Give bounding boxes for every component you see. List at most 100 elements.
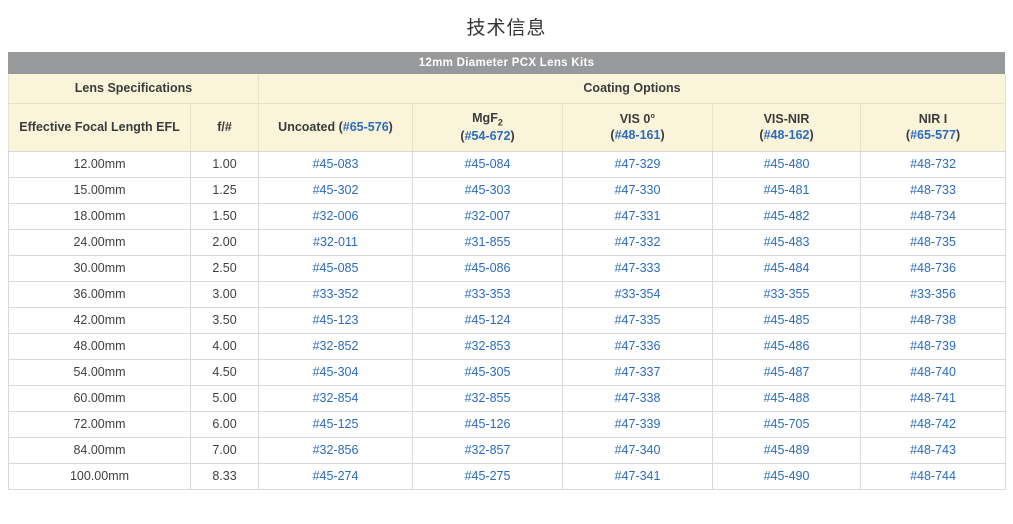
part-number-link[interactable]: #45-485 (764, 313, 810, 327)
part-number-link[interactable]: #45-484 (764, 261, 810, 275)
part-cell: #47-339 (563, 411, 713, 437)
part-number-link[interactable]: #32-011 (313, 235, 358, 249)
table-body: 12.00mm1.00#45-083#45-084#47-329#45-480#… (9, 151, 1006, 489)
part-number-link[interactable]: #45-486 (764, 339, 810, 353)
part-number-link[interactable]: #45-275 (465, 469, 511, 483)
part-number-link[interactable]: #45-481 (764, 183, 810, 197)
part-number-link[interactable]: #48-740 (910, 365, 956, 379)
part-number-link[interactable]: #47-332 (615, 235, 661, 249)
part-number-link[interactable]: #47-341 (615, 469, 661, 483)
part-cell: #45-481 (713, 177, 861, 203)
part-number-link[interactable]: #45-488 (764, 391, 810, 405)
part-number-link[interactable]: #45-302 (313, 183, 359, 197)
f-number-cell: 1.25 (191, 177, 259, 203)
part-number-link[interactable]: #48-732 (910, 157, 956, 171)
part-number-link[interactable]: #32-855 (465, 391, 511, 405)
part-cell: #45-304 (259, 359, 413, 385)
part-number-link[interactable]: #48-744 (910, 469, 956, 483)
part-number-link[interactable]: #32-854 (313, 391, 359, 405)
part-number-link[interactable]: #45-274 (313, 469, 359, 483)
table-row: 42.00mm3.50#45-123#45-124#47-335#45-485#… (9, 307, 1006, 333)
part-number-link[interactable]: #45-126 (465, 417, 511, 431)
part-number-link[interactable]: #33-356 (910, 287, 956, 301)
part-number-link[interactable]: #45-083 (313, 157, 359, 171)
part-number-link[interactable]: #45-303 (465, 183, 511, 197)
f-number-cell: 8.33 (191, 463, 259, 489)
part-number-link[interactable]: #45-483 (764, 235, 810, 249)
part-number-link[interactable]: #45-480 (764, 157, 810, 171)
part-number-link[interactable]: #48-741 (910, 391, 956, 405)
section-header-lens-specifications: Lens Specifications (9, 74, 259, 103)
part-cell: #47-331 (563, 203, 713, 229)
part-number-link[interactable]: #45-123 (313, 313, 359, 327)
column-label: MgF2 (417, 111, 558, 128)
part-cell: #45-086 (413, 255, 563, 281)
part-number-link[interactable]: #33-354 (615, 287, 661, 301)
part-number-link[interactable]: #32-006 (313, 209, 359, 223)
part-number-link[interactable]: #47-336 (615, 339, 661, 353)
part-number-link[interactable]: #48-161 (615, 128, 661, 142)
part-number-link[interactable]: #33-355 (764, 287, 810, 301)
part-number-link[interactable]: #32-857 (465, 443, 511, 457)
part-number-link[interactable]: #47-330 (615, 183, 661, 197)
f-number-cell: 1.50 (191, 203, 259, 229)
part-number-link[interactable]: #48-735 (910, 235, 956, 249)
part-number-link[interactable]: #45-305 (465, 365, 511, 379)
part-number-link[interactable]: #47-338 (615, 391, 661, 405)
table-row: 72.00mm6.00#45-125#45-126#47-339#45-705#… (9, 411, 1006, 437)
part-number-link[interactable]: #45-085 (313, 261, 359, 275)
part-number-link[interactable]: #32-853 (465, 339, 511, 353)
table-row: 84.00mm7.00#32-856#32-857#47-340#45-489#… (9, 437, 1006, 463)
efl-cell: 54.00mm (9, 359, 191, 385)
column-label: Effective Focal Length EFL (13, 120, 186, 134)
part-number-link[interactable]: #47-329 (615, 157, 661, 171)
part-number-link[interactable]: #48-738 (910, 313, 956, 327)
part-number-link[interactable]: #47-333 (615, 261, 661, 275)
column-label: VIS-NIR (717, 112, 856, 126)
column-label: VIS 0° (567, 112, 708, 126)
part-number-link[interactable]: #45-482 (764, 209, 810, 223)
efl-cell: 36.00mm (9, 281, 191, 307)
part-number-link[interactable]: #32-856 (313, 443, 359, 457)
part-number-link[interactable]: #65-577 (910, 128, 956, 142)
part-number-link[interactable]: #45-487 (764, 365, 810, 379)
part-cell: #32-855 (413, 385, 563, 411)
part-number-link[interactable]: #45-084 (465, 157, 511, 171)
part-number-link[interactable]: #48-162 (764, 128, 810, 142)
part-number-link[interactable]: #48-736 (910, 261, 956, 275)
part-cell: #45-484 (713, 255, 861, 281)
part-number-link[interactable]: #45-304 (313, 365, 359, 379)
part-number-link[interactable]: #54-672 (465, 129, 511, 143)
part-number-link[interactable]: #45-705 (764, 417, 810, 431)
part-number-link[interactable]: #45-124 (465, 313, 511, 327)
part-number-link[interactable]: #45-490 (764, 469, 810, 483)
part-number-link[interactable]: #47-331 (615, 209, 661, 223)
part-number-link[interactable]: #47-335 (615, 313, 661, 327)
part-number-link[interactable]: #48-733 (910, 183, 956, 197)
part-cell: #47-335 (563, 307, 713, 333)
part-number-link[interactable]: #48-734 (910, 209, 956, 223)
efl-cell: 100.00mm (9, 463, 191, 489)
part-number-link[interactable]: #65-576 (343, 120, 389, 134)
part-number-link[interactable]: #45-086 (465, 261, 511, 275)
f-number-cell: 3.00 (191, 281, 259, 307)
part-number-link[interactable]: #48-743 (910, 443, 956, 457)
part-number-link[interactable]: #32-852 (313, 339, 359, 353)
part-cell: #48-735 (861, 229, 1006, 255)
table-row: 15.00mm1.25#45-302#45-303#47-330#45-481#… (9, 177, 1006, 203)
part-number-link[interactable]: #47-339 (615, 417, 661, 431)
part-number-link[interactable]: #47-337 (615, 365, 661, 379)
part-number-link[interactable]: #47-340 (615, 443, 661, 457)
part-number-link[interactable]: #31-855 (465, 235, 511, 249)
part-number-link[interactable]: #48-742 (910, 417, 956, 431)
part-number-link[interactable]: #45-125 (313, 417, 359, 431)
part-number-link[interactable]: #48-739 (910, 339, 956, 353)
column-header-uncoated: Uncoated (#65-576) (259, 103, 413, 151)
part-cell: #32-856 (259, 437, 413, 463)
part-number-link[interactable]: #33-352 (313, 287, 359, 301)
part-number-link[interactable]: #45-489 (764, 443, 810, 457)
part-number-link[interactable]: #32-007 (465, 209, 511, 223)
part-cell: #45-482 (713, 203, 861, 229)
table-row: 60.00mm5.00#32-854#32-855#47-338#45-488#… (9, 385, 1006, 411)
part-number-link[interactable]: #33-353 (465, 287, 511, 301)
